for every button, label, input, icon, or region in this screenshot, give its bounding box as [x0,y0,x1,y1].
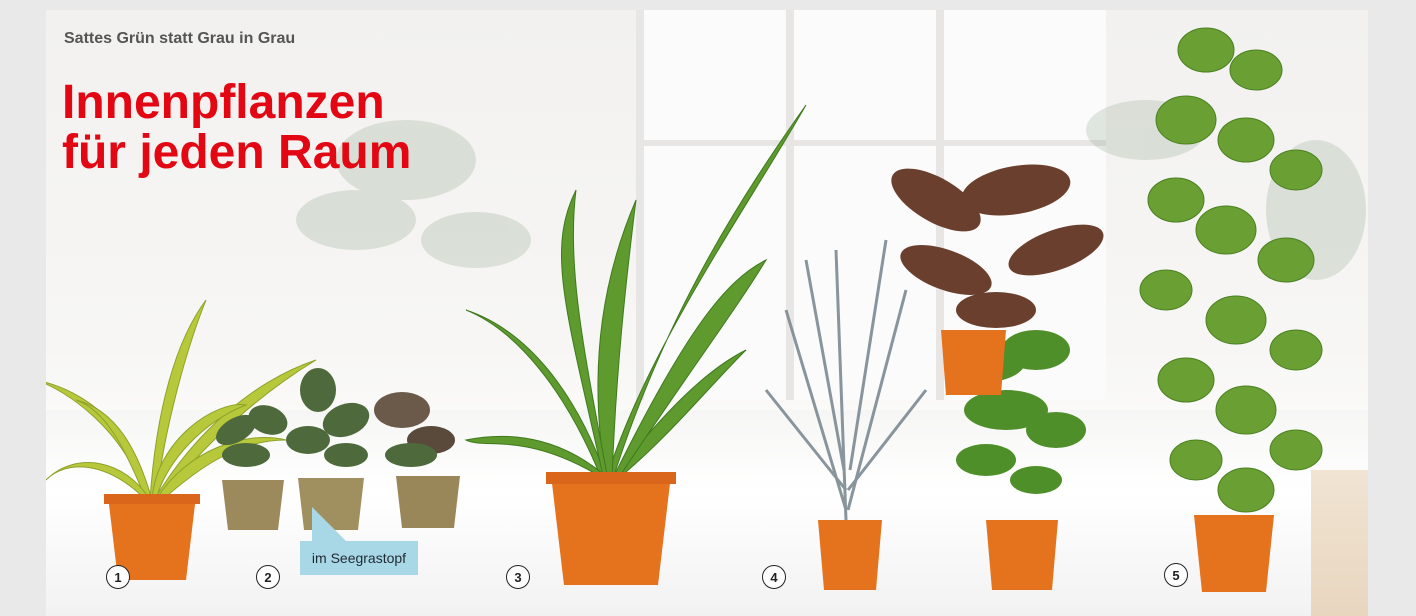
product-number-1: 1 [106,565,130,589]
product-number-4: 4 [762,565,786,589]
plant-4 [764,239,1086,590]
tag-pointer [312,507,346,541]
plant-1 [46,299,317,580]
product-number-5: 5 [1164,563,1188,587]
product-number-2: 2 [256,565,280,589]
plant-ficus [891,164,1104,395]
headline-line-2: für jeden Raum [62,126,412,179]
headline-line-1: Innenpflanzen [62,76,385,129]
plant-2 [216,368,460,530]
banner-headline: Innenpflanzen für jeden Raum [62,78,411,178]
product-number-3: 3 [506,565,530,589]
banner-kicker: Sattes Grün statt Grau in Grau [64,30,296,47]
plant-3 [464,104,807,585]
seagrass-pot-tag: im Seegrastopf [300,541,418,575]
plant-5 [1139,27,1323,592]
plants-banner: Sattes Grün statt Grau in Grau Innenpfla… [46,10,1368,616]
